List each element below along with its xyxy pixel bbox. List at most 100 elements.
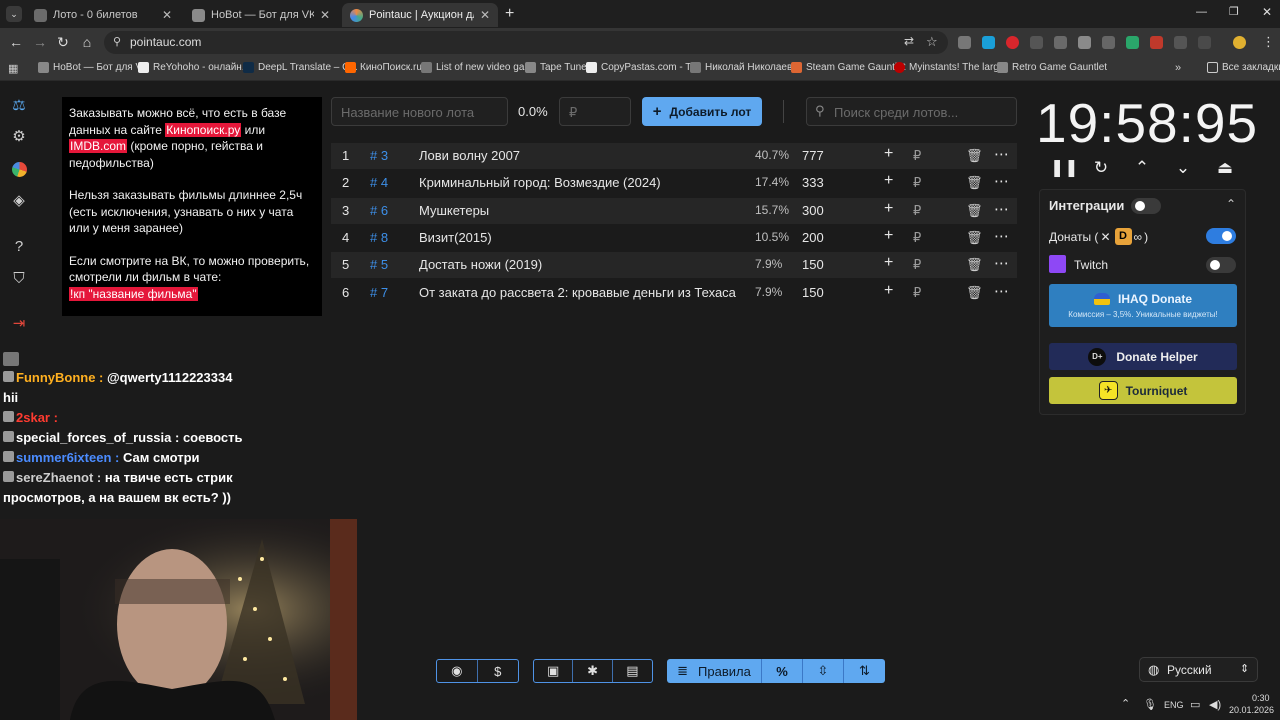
bug-report-icon[interactable]: ✱ — [573, 660, 613, 682]
clock-date[interactable]: 20.01.2026 — [1229, 705, 1274, 715]
settings-gear-icon[interactable]: ⚙ — [10, 128, 28, 146]
lot-id-link[interactable]: # 4 — [370, 175, 388, 190]
lot-amount[interactable]: 200 — [802, 230, 824, 245]
restore-window-icon[interactable]: ❐ — [1229, 5, 1239, 18]
add-rubles-icon[interactable]: ₽ — [913, 148, 921, 164]
compress-icon[interactable]: ⇳ — [803, 659, 844, 683]
delete-lot-trash-icon[interactable]: 🗑 — [966, 230, 983, 246]
sort-icon[interactable]: ⇅ — [844, 659, 885, 683]
lot-more-menu-icon[interactable]: ⋯ — [994, 227, 1009, 245]
extension-icon[interactable] — [1006, 36, 1019, 49]
lot-more-menu-icon[interactable]: ⋯ — [994, 282, 1009, 300]
lot-more-menu-icon[interactable]: ⋯ — [994, 172, 1009, 190]
ihaq-donate-button[interactable]: IHAQ Donate Комиссия – 3,5%. Уникальные … — [1049, 284, 1237, 327]
kinopoisk-link[interactable]: Кинопоиск.ру — [165, 122, 242, 137]
donations-toggle[interactable] — [1206, 228, 1236, 244]
lot-row[interactable]: 1 # 3 Лови волну 2007 40.7% 777 + ₽ 🗑 ⋯ — [331, 143, 1017, 169]
close-tab-icon[interactable]: ✕ — [320, 8, 330, 22]
layers-icon[interactable]: ◈ — [10, 192, 28, 210]
save-icon[interactable]: ▣ — [534, 660, 574, 682]
lot-id-link[interactable]: # 6 — [370, 203, 388, 218]
delete-lot-trash-icon[interactable]: 🗑 — [966, 148, 983, 164]
add-rubles-icon[interactable]: ₽ — [913, 285, 921, 301]
extension-icon[interactable] — [982, 36, 995, 49]
bookmark-item[interactable]: ReYohoho - онлайн... — [138, 62, 250, 73]
add-amount-plus-icon[interactable]: + — [884, 227, 893, 245]
close-tab-icon[interactable]: ✕ — [480, 8, 490, 22]
lot-amount[interactable]: 150 — [802, 285, 824, 300]
lot-name[interactable]: Лови волну 2007 — [419, 148, 520, 163]
add-amount-plus-icon[interactable]: + — [884, 254, 893, 272]
lot-amount[interactable]: 777 — [802, 148, 824, 163]
auction-gavel-icon[interactable]: ⚖ — [10, 97, 28, 115]
clear-lots-icon[interactable]: ▤ — [613, 660, 652, 682]
subtract-time-down-icon[interactable]: ⌄ — [1173, 158, 1193, 178]
network-icon[interactable]: ▭ — [1190, 698, 1200, 711]
extension-icon[interactable] — [1174, 36, 1187, 49]
profile-avatar-icon[interactable] — [1233, 36, 1246, 49]
bookmark-item[interactable]: КиноПоиск.ru — [345, 62, 422, 73]
bookmark-item[interactable]: Retro Game Gauntlet — [997, 62, 1107, 73]
delete-lot-trash-icon[interactable]: 🗑 — [966, 203, 983, 219]
bookmark-item[interactable]: Steam Game Gauntlet — [791, 62, 906, 73]
lot-amount[interactable]: 300 — [802, 203, 824, 218]
lot-id-link[interactable]: # 5 — [370, 257, 388, 272]
shield-icon[interactable]: ⛉ — [10, 270, 28, 288]
reset-timer-icon[interactable]: ↻ — [1091, 158, 1111, 178]
extension-icon[interactable] — [1150, 36, 1163, 49]
rules-button[interactable]: ≣ Правила — [667, 659, 762, 683]
browser-tab-hobot[interactable]: HoBot — Бот для VK Video Live ✕ — [184, 3, 338, 27]
extension-icon[interactable] — [1078, 36, 1091, 49]
donate-dollar-icon[interactable]: $ — [478, 660, 519, 682]
twitch-toggle[interactable] — [1206, 257, 1236, 273]
close-window-icon[interactable]: ✕ — [1262, 5, 1272, 19]
lot-name[interactable]: Достать ножи (2019) — [419, 257, 542, 272]
bookmark-item[interactable]: Николай Николаев... — [690, 62, 801, 73]
bookmark-item[interactable]: List of new video ga... — [421, 62, 533, 73]
lot-name[interactable]: Мушкетеры — [419, 203, 489, 218]
clock-time[interactable]: 0:30 — [1252, 693, 1270, 703]
extension-icon[interactable] — [1102, 36, 1115, 49]
tourniquet-button[interactable]: ✈ Tourniquet — [1049, 377, 1237, 404]
donate-helper-button[interactable]: D+ Donate Helper — [1049, 343, 1237, 370]
search-lots-input[interactable]: ⚲ Поиск среди лотов... — [806, 97, 1017, 126]
bookmark-item[interactable]: Myinstants! The larg... — [894, 62, 1007, 73]
lot-id-link[interactable]: # 8 — [370, 230, 388, 245]
add-lot-button[interactable]: + Добавить лот — [642, 97, 762, 126]
add-rubles-icon[interactable]: ₽ — [913, 230, 921, 246]
new-lot-name-input[interactable]: Название нового лота — [331, 97, 508, 126]
add-amount-plus-icon[interactable]: + — [884, 200, 893, 218]
tab-search-chevron-icon[interactable]: ⌄ — [6, 6, 22, 22]
integrations-toggle[interactable] — [1131, 198, 1161, 214]
percent-toggle-button[interactable]: % — [762, 659, 803, 683]
all-bookmarks-folder[interactable]: Все закладки — [1207, 62, 1280, 73]
extensions-puzzle-icon[interactable] — [1198, 36, 1211, 49]
more-bookmarks-icon[interactable]: » — [1175, 62, 1181, 74]
language-select[interactable]: ◍ Русский ⇕ — [1139, 657, 1258, 682]
close-tab-icon[interactable]: ✕ — [162, 8, 172, 22]
bookmark-item[interactable]: Tape Tune — [525, 62, 587, 73]
collapse-chevron-icon[interactable]: ⌃ — [1226, 197, 1236, 211]
lot-name[interactable]: Криминальный город: Возмездие (2024) — [419, 175, 661, 190]
address-bar[interactable]: ⚲ pointauc.com ⇄ ☆ — [104, 31, 948, 54]
back-icon[interactable]: ← — [8, 34, 24, 50]
delete-lot-trash-icon[interactable]: 🗑 — [966, 175, 983, 191]
logout-icon[interactable]: ⇥ — [10, 315, 28, 333]
lot-name[interactable]: От заката до рассвета 2: кровавые деньги… — [419, 285, 736, 300]
eject-top-icon[interactable]: ⏏ — [1215, 158, 1235, 178]
microphone-icon[interactable]: 🎙 — [1143, 698, 1157, 711]
help-icon[interactable]: ? — [10, 238, 28, 256]
keyboard-language[interactable]: ENG — [1164, 700, 1184, 710]
add-rubles-icon[interactable]: ₽ — [913, 203, 921, 219]
browser-menu-icon[interactable]: ⋮ — [1262, 34, 1275, 50]
site-info-icon[interactable]: ⚲ — [113, 35, 121, 48]
lot-more-menu-icon[interactable]: ⋯ — [994, 254, 1009, 272]
lot-row[interactable]: 5 # 5 Достать ножи (2019) 7.9% 150 + ₽ 🗑 ⋯ — [331, 252, 1017, 279]
browser-tab-pointauc[interactable]: Pointauc | Аукцион для стримеров ✕ — [342, 3, 498, 27]
new-lot-amount-input[interactable]: ₽ — [559, 97, 631, 126]
tray-chevron-icon[interactable]: ⌃ — [1121, 697, 1130, 710]
lot-row[interactable]: 6 # 7 От заката до рассвета 2: кровавые де… — [331, 280, 1017, 306]
volume-icon[interactable]: ◀) — [1209, 698, 1221, 711]
lot-id-link[interactable]: # 7 — [370, 285, 388, 300]
imdb-link[interactable]: IMDB.com — [69, 139, 128, 153]
